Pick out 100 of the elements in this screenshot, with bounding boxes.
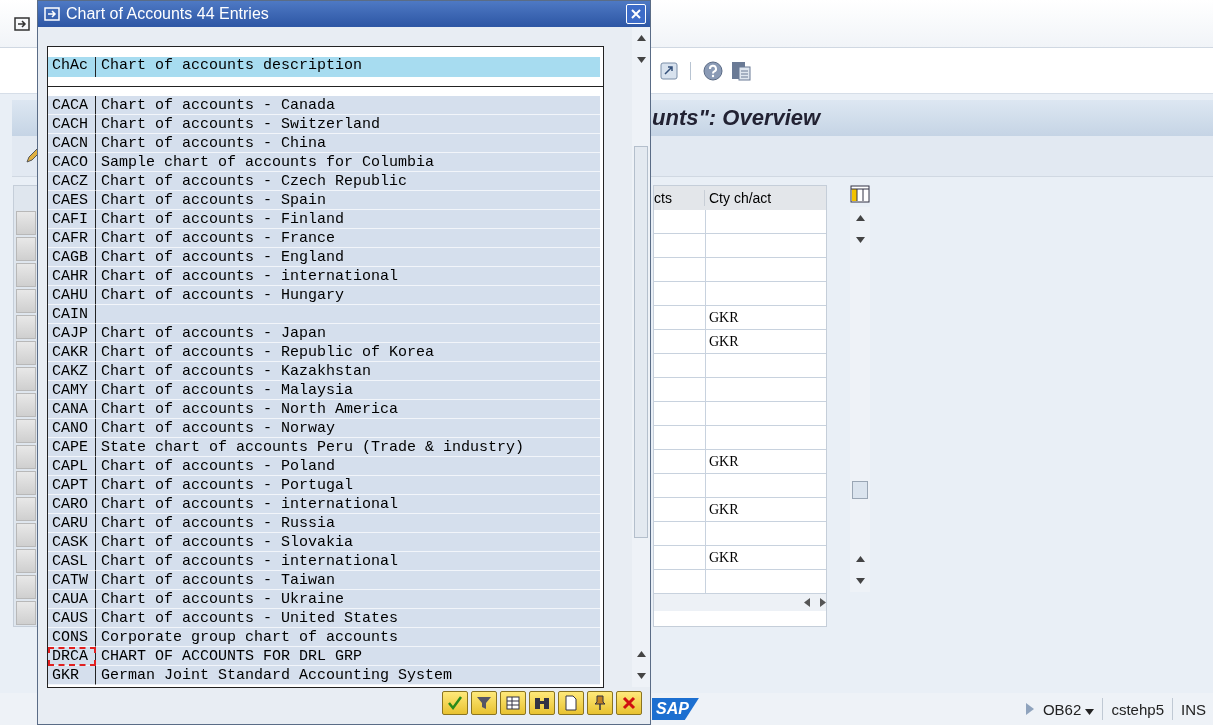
list-code[interactable]: CATW: [48, 571, 96, 590]
list-code[interactable]: CARU: [48, 514, 96, 533]
pin-button[interactable]: [587, 691, 613, 715]
list-code[interactable]: CAHR: [48, 267, 96, 286]
list-description[interactable]: Chart of accounts - Taiwan: [96, 571, 600, 590]
list-description[interactable]: Chart of accounts - Malaysia: [96, 381, 600, 400]
vertical-scrollbar[interactable]: [632, 27, 650, 687]
scroll-thumb[interactable]: [852, 481, 868, 499]
filter-icon: [476, 695, 492, 711]
list-description[interactable]: Chart of accounts - Finland: [96, 210, 600, 229]
list-description[interactable]: Chart of accounts - Ukraine: [96, 590, 600, 609]
help-icon[interactable]: [703, 60, 723, 81]
shortcut-icon[interactable]: [660, 61, 678, 80]
new-button[interactable]: [558, 691, 584, 715]
column-header[interactable]: ChAc: [48, 57, 96, 77]
find-button[interactable]: [529, 691, 555, 715]
list-code[interactable]: CAPE: [48, 438, 96, 457]
window-menu-icon[interactable]: [14, 16, 30, 31]
list-description[interactable]: Sample chart of accounts for Columbia: [96, 153, 600, 172]
list-code[interactable]: CACZ: [48, 172, 96, 191]
layout-icon[interactable]: [731, 60, 751, 81]
scroll-up-icon[interactable]: [855, 215, 865, 221]
list-code[interactable]: CAGB: [48, 248, 96, 267]
scroll-down-icon[interactable]: [855, 237, 865, 243]
list-description[interactable]: Chart of accounts - international: [96, 552, 600, 571]
list-code[interactable]: CAKZ: [48, 362, 96, 381]
list-description[interactable]: Chart of accounts - Republic of Korea: [96, 343, 600, 362]
list-code[interactable]: CAES: [48, 191, 96, 210]
list-code[interactable]: CASK: [48, 533, 96, 552]
list-description[interactable]: Chart of accounts - Spain: [96, 191, 600, 210]
list-code[interactable]: CAPT: [48, 476, 96, 495]
list-description[interactable]: CHART OF ACCOUNTS FOR DRL GRP: [96, 647, 600, 666]
list-description[interactable]: Chart of accounts - Portugal: [96, 476, 600, 495]
list-code[interactable]: DRCA: [48, 647, 96, 666]
list-description[interactable]: Chart of accounts - Slovakia: [96, 533, 600, 552]
list-code[interactable]: CACN: [48, 134, 96, 153]
scroll-down-icon[interactable]: [855, 578, 865, 584]
scroll-down-icon[interactable]: [636, 57, 646, 63]
scroll-up-icon[interactable]: [855, 556, 865, 562]
list-code[interactable]: CAUA: [48, 590, 96, 609]
scroll-thumb[interactable]: [634, 146, 648, 538]
list-description[interactable]: State chart of accounts Peru (Trade & industry): [96, 438, 600, 457]
checkmark-icon: [447, 695, 463, 711]
column-header[interactable]: Chart of accounts description: [96, 57, 600, 77]
column-header[interactable]: Cty ch/act: [704, 190, 826, 206]
list-description[interactable]: Chart of accounts - Canada: [96, 96, 600, 115]
list-description[interactable]: Chart of accounts - China: [96, 134, 600, 153]
list-code[interactable]: CAMY: [48, 381, 96, 400]
list-code[interactable]: CONS: [48, 628, 96, 647]
list-code[interactable]: CAKR: [48, 343, 96, 362]
list-description[interactable]: German Joint Standard Accounting System: [96, 666, 600, 685]
table-cell: GKR: [709, 334, 739, 349]
list-description[interactable]: Chart of accounts - United States: [96, 609, 600, 628]
list-code[interactable]: CACH: [48, 115, 96, 134]
list-code[interactable]: CACO: [48, 153, 96, 172]
list-description[interactable]: Chart of accounts - Russia: [96, 514, 600, 533]
list-code[interactable]: CANA: [48, 400, 96, 419]
list-code[interactable]: CARO: [48, 495, 96, 514]
list-description[interactable]: Chart of accounts - international: [96, 495, 600, 514]
scroll-up-icon[interactable]: [636, 651, 646, 657]
list-code[interactable]: CAFR: [48, 229, 96, 248]
list-description[interactable]: Chart of accounts - international: [96, 267, 600, 286]
list-code[interactable]: CACA: [48, 96, 96, 115]
scroll-right-icon[interactable]: [820, 598, 826, 607]
list-description[interactable]: Corporate group chart of accounts: [96, 628, 600, 647]
list-code[interactable]: CANO: [48, 419, 96, 438]
vertical-scrollbar[interactable]: [850, 207, 870, 592]
list-code[interactable]: CAPL: [48, 457, 96, 476]
list-description[interactable]: Chart of accounts - Norway: [96, 419, 600, 438]
list-code[interactable]: CAIN: [48, 305, 96, 324]
filter-button[interactable]: [471, 691, 497, 715]
list-description[interactable]: Chart of accounts - Czech Republic: [96, 172, 600, 191]
list-description[interactable]: Chart of accounts - Poland: [96, 457, 600, 476]
confirm-button[interactable]: [442, 691, 468, 715]
cancel-button[interactable]: [616, 691, 642, 715]
scroll-up-icon[interactable]: [636, 35, 646, 41]
insert-mode: INS: [1181, 700, 1206, 718]
transaction-code[interactable]: OB62: [1042, 700, 1095, 718]
column-header[interactable]: cts: [654, 190, 704, 206]
list-code[interactable]: CAHU: [48, 286, 96, 305]
list-code[interactable]: CAUS: [48, 609, 96, 628]
list-description[interactable]: Chart of accounts - Hungary: [96, 286, 600, 305]
list-description[interactable]: Chart of accounts - North America: [96, 400, 600, 419]
scroll-left-icon[interactable]: [804, 598, 810, 607]
list-description[interactable]: Chart of accounts - France: [96, 229, 600, 248]
list-description[interactable]: Chart of accounts - England: [96, 248, 600, 267]
list-code[interactable]: CAJP: [48, 324, 96, 343]
pin-icon: [592, 695, 608, 711]
grid-button[interactable]: [500, 691, 526, 715]
column-settings-icon[interactable]: [850, 185, 870, 203]
list-description[interactable]: Chart of accounts - Japan: [96, 324, 600, 343]
list-description[interactable]: Chart of accounts - Switzerland: [96, 115, 600, 134]
table-icon: [505, 695, 521, 711]
scroll-down-icon[interactable]: [636, 673, 646, 679]
list-description[interactable]: Chart of accounts - Kazakhstan: [96, 362, 600, 381]
expand-status-icon[interactable]: [1024, 702, 1035, 716]
list-code[interactable]: CASL: [48, 552, 96, 571]
list-code[interactable]: CAFI: [48, 210, 96, 229]
close-button[interactable]: [626, 4, 646, 24]
list-code[interactable]: GKR: [48, 666, 96, 685]
